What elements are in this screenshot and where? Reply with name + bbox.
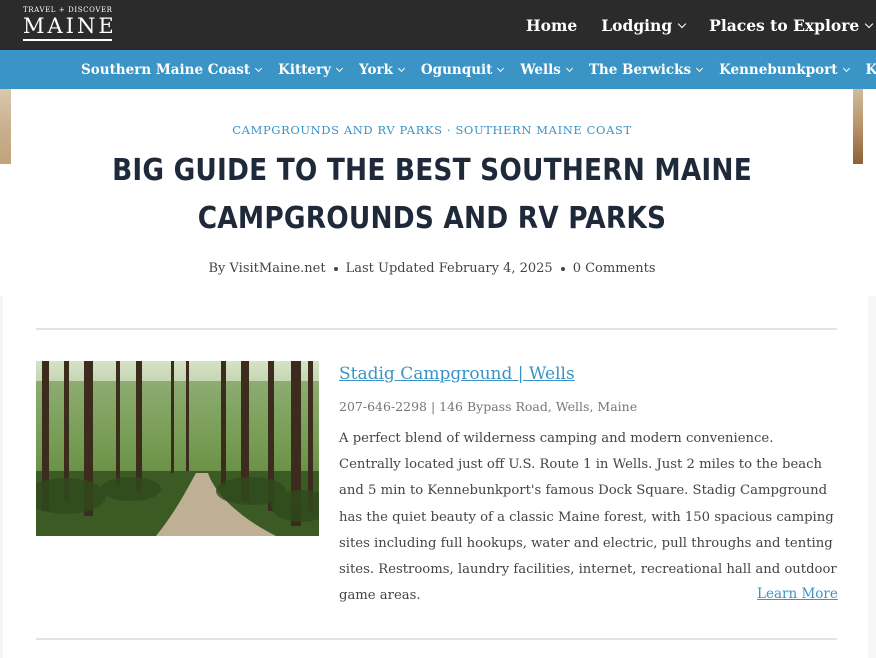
subnav-item-kittery[interactable]: Kittery bbox=[278, 61, 344, 78]
subnav-item-label: The Berwicks bbox=[588, 61, 692, 78]
listing-title-link[interactable]: Stadig Campground | Wells bbox=[339, 364, 575, 384]
nav-item-places-to-explore[interactable]: Places to Explore bbox=[709, 15, 874, 35]
learn-more-link[interactable]: Learn More bbox=[757, 586, 838, 602]
site-logo[interactable]: TRAVEL + DISCOVER MAINE bbox=[23, 6, 117, 41]
category-link-campgrounds[interactable]: CAMPGROUNDS AND RV PARKS bbox=[232, 123, 442, 137]
divider bbox=[36, 328, 837, 330]
chevron-down-icon bbox=[397, 64, 405, 72]
subnav-item-ogunquit[interactable]: Ogunquit bbox=[420, 61, 505, 78]
logo-name: MAINE bbox=[23, 14, 117, 38]
listing-contact: 207-646-2298 | 146 Bypass Road, Wells, M… bbox=[339, 399, 638, 414]
subnav-item-label: Kennebunkport bbox=[719, 61, 838, 78]
listing-description: A perfect blend of wilderness camping an… bbox=[339, 431, 837, 604]
nav-item-label: Places to Explore bbox=[709, 15, 860, 35]
page-title: BIG GUIDE TO THE BEST SOUTHERN MAINE CAM… bbox=[112, 153, 752, 236]
category-links: CAMPGROUNDS AND RV PARKS · SOUTHERN MAIN… bbox=[11, 123, 853, 137]
divider bbox=[36, 638, 837, 640]
subnav-item-label: Kennebunk bbox=[865, 61, 876, 78]
nav-item-home[interactable]: Home bbox=[526, 16, 577, 35]
meta-separator bbox=[560, 266, 565, 271]
nav-item-label: Home bbox=[526, 15, 578, 35]
subnav-item-kennebunkport[interactable]: Kennebunkport bbox=[719, 61, 850, 78]
hero-image-edge-left bbox=[0, 89, 11, 164]
subnav-item-york[interactable]: York bbox=[358, 61, 405, 78]
post-author[interactable]: By VisitMaine.net bbox=[208, 261, 325, 276]
nav-item-lodging[interactable]: Lodging bbox=[601, 15, 687, 35]
subnav-item-label: Ogunquit bbox=[420, 61, 493, 78]
chevron-down-icon bbox=[255, 64, 263, 72]
hero-image-edge-right bbox=[853, 89, 863, 164]
category-separator: · bbox=[446, 123, 452, 137]
category-link-southern-maine-coast[interactable]: SOUTHERN MAINE COAST bbox=[455, 123, 631, 137]
post-updated-date: Last Updated February 4, 2025 bbox=[345, 261, 553, 276]
chevron-down-icon bbox=[677, 19, 687, 28]
logo-underline bbox=[23, 39, 112, 41]
chevron-down-icon bbox=[696, 64, 704, 72]
subnav-item-the-berwicks[interactable]: The Berwicks bbox=[588, 61, 704, 78]
chevron-down-icon bbox=[497, 64, 505, 72]
chevron-down-icon bbox=[842, 64, 850, 72]
subnav-item-label: York bbox=[358, 61, 393, 78]
region-nav: Southern Maine Coast Kittery York Ogunqu… bbox=[0, 50, 876, 89]
main-nav: Home Lodging Places to Explore S bbox=[526, 0, 876, 50]
post-comments-link[interactable]: 0 Comments bbox=[573, 261, 656, 276]
subnav-item-label: Southern Maine Coast bbox=[81, 61, 251, 78]
nav-item-label: Lodging bbox=[601, 15, 673, 35]
post-meta: By VisitMaine.net Last Updated February 4… bbox=[11, 261, 853, 276]
subnav-item-label: Kittery bbox=[278, 61, 331, 78]
campground-photo[interactable] bbox=[36, 361, 319, 536]
chevron-down-icon bbox=[565, 64, 573, 72]
subnav-item-southern-maine-coast[interactable]: Southern Maine Coast bbox=[81, 61, 263, 78]
meta-separator bbox=[333, 266, 338, 271]
forest-path-image bbox=[36, 361, 319, 536]
chevron-down-icon bbox=[335, 64, 344, 72]
article-header: CAMPGROUNDS AND RV PARKS · SOUTHERN MAIN… bbox=[11, 89, 853, 296]
subnav-item-wells[interactable]: Wells bbox=[520, 61, 573, 78]
site-header: TRAVEL + DISCOVER MAINE Home Lodging Pla… bbox=[0, 0, 876, 50]
subnav-item-label: Wells bbox=[520, 61, 561, 78]
chevron-down-icon bbox=[864, 19, 874, 28]
subnav-item-kennebunk[interactable]: Kennebunk bbox=[866, 62, 876, 78]
